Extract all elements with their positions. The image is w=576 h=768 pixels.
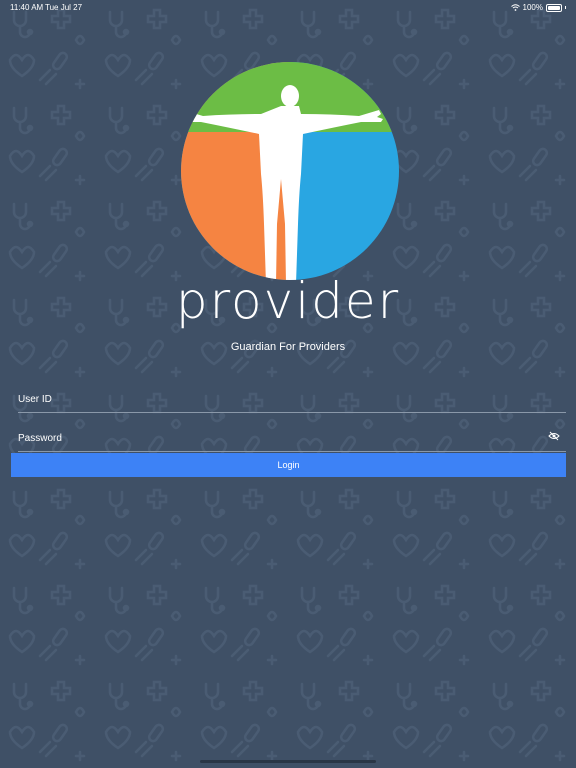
- status-indicators: 100%: [510, 3, 566, 12]
- status-bar: 11:40 AM Tue Jul 27 100%: [0, 0, 576, 14]
- user-id-input[interactable]: [18, 390, 538, 408]
- brand-wordmark: provider: [175, 272, 401, 330]
- battery-icon: [546, 3, 562, 12]
- brand-tagline: Guardian For Providers: [230, 341, 346, 353]
- status-date: Tue Jul 27: [45, 3, 83, 12]
- eye-slash-icon[interactable]: [548, 431, 560, 441]
- provider-logo: [181, 62, 399, 280]
- battery-percent: 100%: [522, 3, 543, 12]
- wifi-icon: [510, 4, 520, 11]
- battery-tip: [565, 6, 566, 9]
- status-time: 11:40 AM: [10, 3, 44, 12]
- home-indicator: [200, 760, 376, 763]
- password-input[interactable]: [18, 429, 538, 447]
- user-id-field[interactable]: [18, 390, 566, 413]
- password-field[interactable]: [18, 429, 566, 452]
- login-button[interactable]: Login: [11, 453, 566, 477]
